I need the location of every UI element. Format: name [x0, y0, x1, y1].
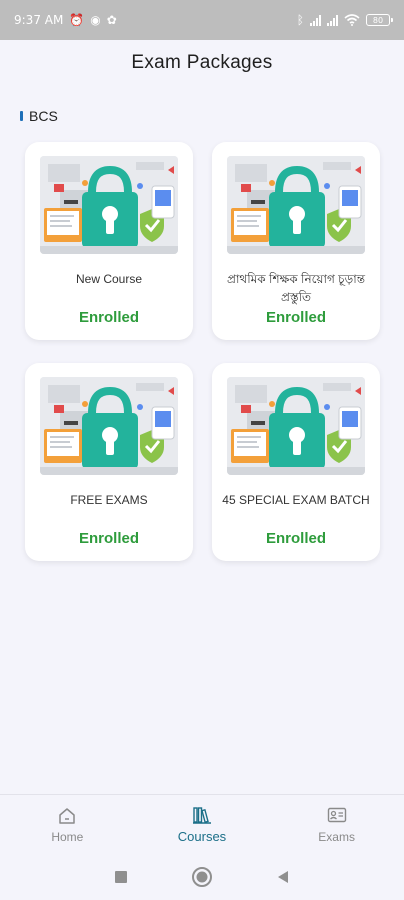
package-lock-image [40, 377, 178, 475]
status-left: 9:37 AM ⏰ ◉ ✿ [14, 13, 117, 27]
exams-icon [326, 806, 348, 826]
nav-label-courses: Courses [177, 829, 227, 844]
package-title: FREE EXAMS [70, 493, 148, 507]
package-lock-image [227, 377, 365, 475]
package-title: New Course [75, 272, 143, 286]
system-nav-bar [0, 854, 404, 900]
section-marker [20, 111, 23, 121]
square-icon [114, 871, 127, 883]
package-card[interactable]: প্রাথমিক শিক্ষক নিয়োগ চূড়ান্ত প্রস্তুত… [212, 142, 380, 340]
back-button[interactable] [268, 862, 298, 892]
wifi-icon [344, 14, 360, 26]
courses-icon [191, 805, 213, 825]
enrolled-status: Enrolled [265, 309, 326, 326]
alarm-icon: ⏰ [69, 13, 85, 27]
home-system-button[interactable] [187, 862, 217, 892]
battery-level: 80 [372, 15, 384, 25]
package-title: 45 SPECIAL EXAM BATCH [222, 493, 370, 507]
nav-item-courses[interactable]: Courses [147, 805, 257, 844]
bluetooth-icon: ᛒ [296, 13, 304, 27]
package-lock-image [40, 156, 178, 254]
section-label: BCS [20, 108, 58, 124]
home-icon [56, 806, 78, 826]
page-title: Exam Packages [131, 52, 273, 73]
notification-icon: ◉ [90, 13, 101, 27]
package-lock-image [227, 156, 365, 254]
package-card[interactable]: New Course Enrolled [25, 142, 193, 340]
package-card[interactable]: FREE EXAMS Enrolled [25, 363, 193, 561]
nav-item-home[interactable]: Home [12, 806, 122, 844]
status-bar: 9:37 AM ⏰ ◉ ✿ ᛒ 80 [0, 0, 404, 40]
settings-icon: ✿ [106, 13, 117, 27]
package-card[interactable]: 45 SPECIAL EXAM BATCH Enrolled [212, 363, 380, 561]
enrolled-status: Enrolled [265, 530, 326, 547]
package-title: প্রাথমিক শিক্ষক নিয়োগ চূড়ান্ত প্রস্তুত… [227, 272, 365, 304]
status-right: ᛒ 80 [296, 13, 393, 27]
section-label-text: BCS [29, 108, 58, 124]
back-triangle-icon [278, 871, 289, 883]
circle-icon [191, 867, 212, 887]
signal-icon [310, 14, 321, 26]
enrolled-status: Enrolled [78, 309, 139, 326]
nav-label-exams: Exams [318, 829, 355, 844]
nav-item-exams[interactable]: Exams [282, 806, 392, 844]
recent-apps-button[interactable] [106, 862, 136, 892]
signal-icon-2 [327, 14, 338, 26]
nav-label-home: Home [51, 829, 84, 844]
enrolled-status: Enrolled [78, 530, 139, 547]
battery-icon: 80 [366, 14, 393, 26]
bottom-nav: Home Courses Exams [0, 794, 404, 854]
status-time: 9:37 AM [14, 13, 64, 27]
